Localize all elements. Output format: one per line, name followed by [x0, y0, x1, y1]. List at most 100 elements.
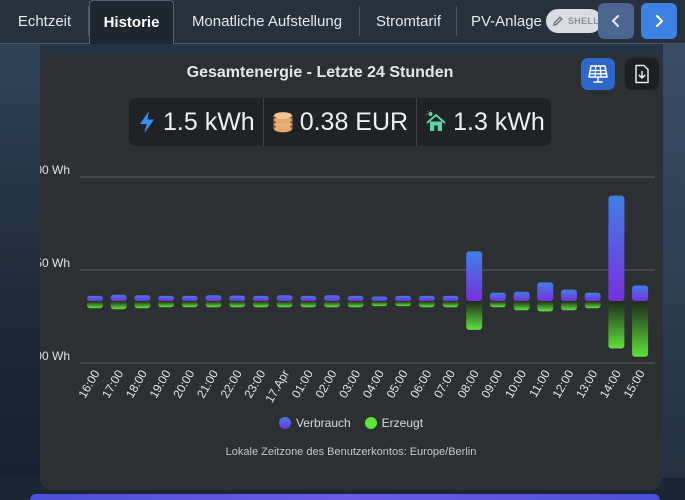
shelly-badge[interactable]: SHELL — [546, 9, 602, 33]
legend-item-erzeugt[interactable]: Erzeugt — [364, 416, 423, 430]
chevron-right-icon — [655, 14, 664, 28]
bar-erzeugt[interactable] — [300, 301, 317, 308]
x-tick-label: 13:00 — [573, 367, 600, 400]
x-tick-label: 20:00 — [170, 367, 197, 400]
bar-erzeugt[interactable] — [584, 301, 601, 309]
bar-verbrauch[interactable] — [489, 292, 506, 301]
x-tick-label: 19:00 — [147, 367, 174, 400]
x-axis-ticks: 16:0017:0018:0019:0020:0021:0022:0023:00… — [75, 367, 647, 405]
energy-card: Gesamtenergie - Letzte 24 Stunden 1.5 kW… — [40, 54, 662, 490]
x-tick-label: 15:00 — [621, 367, 648, 400]
x-tick-label: 22:00 — [218, 367, 245, 400]
background-right — [663, 0, 685, 500]
y-axis-ticks: 600 Wh 150 Wh -300 Wh — [40, 163, 70, 363]
bar-erzeugt[interactable] — [252, 301, 269, 308]
pencil-icon — [553, 16, 563, 26]
bar-erzeugt[interactable] — [561, 301, 577, 311]
tab-stromtarif[interactable]: Stromtarif — [360, 0, 457, 42]
bar-verbrauch[interactable] — [276, 295, 293, 301]
x-tick-label: 12:00 — [549, 367, 576, 400]
x-tick-label: 11:00 — [526, 367, 553, 400]
bar-verbrauch[interactable] — [537, 282, 554, 301]
next-card-edge — [30, 494, 660, 500]
bar-verbrauch[interactable] — [513, 291, 530, 301]
bar-verbrauch[interactable] — [608, 195, 625, 301]
legend-label-verbrauch: Verbrauch — [295, 416, 351, 430]
bar-erzeugt[interactable] — [632, 301, 649, 357]
bar-verbrauch[interactable] — [158, 295, 175, 301]
bar-verbrauch[interactable] — [324, 295, 340, 301]
x-tick-label: 10:00 — [502, 367, 529, 400]
tab-historie[interactable]: Historie — [89, 0, 174, 44]
x-tick-label: 14:00 — [597, 367, 624, 400]
legend-item-verbrauch[interactable]: Verbrauch — [278, 416, 351, 430]
bar-erzeugt[interactable] — [371, 301, 388, 307]
bar-erzeugt[interactable] — [110, 301, 127, 310]
x-tick-label: 17:00 — [99, 367, 126, 400]
bar-erzeugt[interactable] — [442, 301, 459, 308]
tab-pv-anlage[interactable]: PV-Anlage — [457, 0, 557, 42]
x-tick-label: 05:00 — [384, 367, 411, 400]
shelly-badge-label: SHELL — [568, 16, 600, 26]
x-tick-label: 21:00 — [194, 367, 221, 400]
x-tick-label: 06:00 — [407, 367, 434, 400]
bar-erzeugt[interactable] — [229, 301, 246, 308]
x-tick-label: 01:00 — [289, 367, 316, 400]
bar-verbrauch[interactable] — [87, 295, 103, 301]
x-tick-label: 02:00 — [312, 367, 339, 400]
bar-erzeugt[interactable] — [395, 301, 412, 307]
bar-erzeugt[interactable] — [608, 301, 625, 349]
bar-erzeugt[interactable] — [134, 301, 151, 309]
bar-verbrauch[interactable] — [371, 296, 388, 301]
bar-verbrauch[interactable] — [181, 295, 198, 301]
legend-swatch-erzeugt — [364, 417, 377, 429]
bar-erzeugt[interactable] — [537, 301, 554, 312]
tabs-prev-button[interactable] — [598, 3, 634, 39]
bar-verbrauch[interactable] — [395, 295, 412, 301]
bar-erzeugt[interactable] — [418, 301, 435, 308]
bar-verbrauch[interactable] — [466, 251, 483, 301]
x-tick-label: 07:00 — [431, 367, 458, 400]
bar-verbrauch[interactable] — [347, 295, 364, 301]
bar-erzeugt[interactable] — [513, 301, 530, 311]
x-tick-label: 18:00 — [123, 367, 150, 400]
bar-verbrauch[interactable] — [632, 285, 649, 302]
bar-verbrauch[interactable] — [205, 295, 222, 301]
bar-verbrauch[interactable] — [229, 295, 246, 301]
bar-erzeugt[interactable] — [489, 301, 506, 308]
tab-monatliche-aufstellung[interactable]: Monatliche Aufstellung — [174, 0, 360, 42]
energy-bar-chart: 600 Wh 150 Wh -300 Wh 16:0017:0018:0019:00… — [40, 163, 655, 405]
bar-erzeugt[interactable] — [205, 301, 222, 308]
y-tick-label: -300 Wh — [40, 349, 70, 363]
bar-erzeugt[interactable] — [324, 301, 340, 308]
legend-swatch-verbrauch — [278, 417, 291, 429]
chevron-left-icon — [611, 14, 620, 28]
tab-echtzeit[interactable]: Echtzeit — [0, 0, 89, 42]
x-tick-label: 17.Apr — [262, 368, 292, 406]
tab-bar: Echtzeit Historie Monatliche Aufstellung… — [0, 0, 685, 44]
chart-grid — [80, 176, 655, 364]
y-tick-label: 600 Wh — [40, 163, 70, 177]
bar-erzeugt[interactable] — [181, 301, 198, 308]
y-tick-label: 150 Wh — [40, 256, 70, 270]
bar-erzeugt[interactable] — [158, 301, 175, 308]
bar-verbrauch[interactable] — [300, 295, 317, 301]
x-tick-label: 03:00 — [336, 367, 363, 400]
bar-verbrauch[interactable] — [418, 295, 435, 301]
x-tick-label: 16:00 — [75, 367, 102, 400]
bar-erzeugt[interactable] — [87, 301, 103, 309]
tabs-next-button[interactable] — [641, 3, 677, 39]
chart-bars — [87, 195, 649, 357]
bar-verbrauch[interactable] — [252, 295, 269, 301]
timezone-note: Lokale Zeitzone des Benutzerkontos: Euro… — [225, 446, 477, 458]
bar-verbrauch[interactable] — [110, 294, 127, 301]
background-left — [0, 0, 40, 500]
bar-verbrauch[interactable] — [561, 289, 577, 301]
bar-erzeugt[interactable] — [466, 301, 483, 330]
bar-erzeugt[interactable] — [347, 301, 364, 308]
chart-legend: Verbrauch Erzeugt — [40, 416, 662, 430]
bar-verbrauch[interactable] — [442, 295, 459, 301]
bar-erzeugt[interactable] — [276, 301, 293, 308]
bar-verbrauch[interactable] — [134, 295, 151, 301]
bar-verbrauch[interactable] — [584, 292, 601, 301]
